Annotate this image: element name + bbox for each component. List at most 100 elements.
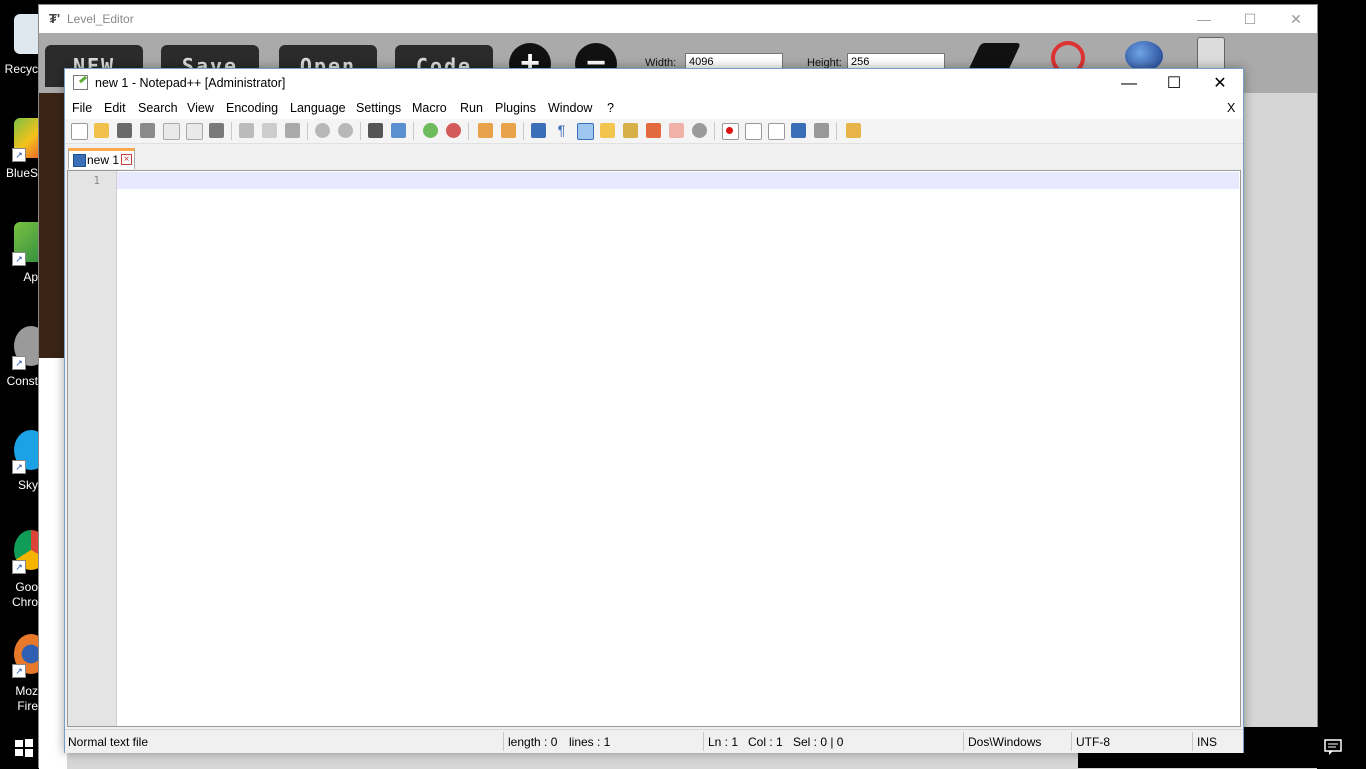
status-bar: Normal text file length : 0 lines : 1 Ln… xyxy=(65,729,1243,753)
redo-icon[interactable] xyxy=(338,123,353,138)
width-input[interactable]: 4096 xyxy=(685,53,783,69)
monitoring-icon[interactable] xyxy=(692,123,707,138)
user-language-icon[interactable] xyxy=(600,123,615,138)
find-icon[interactable] xyxy=(368,123,383,138)
toolbar-separator xyxy=(413,122,414,140)
planet-tool-icon[interactable] xyxy=(1125,41,1163,71)
desktop-icon-label: Moz Fire xyxy=(15,684,38,713)
level-editor-title: Level_Editor xyxy=(67,12,134,26)
zoom-in-icon[interactable] xyxy=(423,123,438,138)
desktop-icon-label: Sky xyxy=(17,478,38,492)
word-wrap-icon[interactable] xyxy=(531,123,546,138)
folder-workspace-icon[interactable] xyxy=(669,123,684,138)
menu-help[interactable]: ? xyxy=(607,101,614,115)
close-button[interactable]: ✕ xyxy=(1197,69,1243,98)
status-insert-mode: INS xyxy=(1197,735,1218,749)
shortcut-arrow-icon: ↗ xyxy=(12,664,26,678)
stop-macro-icon[interactable] xyxy=(745,123,762,140)
status-lines: lines : 1 xyxy=(569,735,611,749)
save-all-icon[interactable] xyxy=(140,123,155,138)
status-separator xyxy=(1071,732,1072,751)
desktop-icon-apps[interactable]: ↗ Ap xyxy=(0,222,48,322)
window-title: new 1 - Notepad++ [Administrator] xyxy=(95,76,286,90)
replace-icon[interactable] xyxy=(391,123,406,138)
play-macro-icon[interactable] xyxy=(768,123,785,140)
close-file-icon[interactable] xyxy=(163,123,180,140)
level-tile-dirt xyxy=(39,93,67,358)
height-input[interactable]: 256 xyxy=(847,53,945,69)
status-column: Col : 1 xyxy=(748,735,783,749)
paste-icon[interactable] xyxy=(285,123,300,138)
menu-view[interactable]: View xyxy=(187,101,214,115)
toolbar-separator xyxy=(231,122,232,140)
menu-search[interactable]: Search xyxy=(138,101,178,115)
menu-macro[interactable]: Macro xyxy=(412,101,447,115)
minimize-button[interactable]: — xyxy=(1181,5,1227,33)
level-canvas-empty xyxy=(39,358,67,769)
desktop-icon-bluestacks[interactable]: ↗ BlueS xyxy=(0,118,48,218)
open-file-icon[interactable] xyxy=(94,123,109,138)
tab-new-1[interactable]: new 1 × xyxy=(68,148,135,169)
minimize-button[interactable]: — xyxy=(1106,69,1152,98)
desktop-icon-skype[interactable]: ↗ Sky xyxy=(0,430,48,530)
sync-horizontal-icon[interactable] xyxy=(501,123,516,138)
toolbar-separator xyxy=(714,122,715,140)
cut-icon[interactable] xyxy=(239,123,254,138)
toolbar-separator xyxy=(307,122,308,140)
editor-area[interactable]: 1 xyxy=(67,170,1241,727)
menu-edit[interactable]: Edit xyxy=(104,101,126,115)
run-macro-multiple-icon[interactable] xyxy=(791,123,806,138)
menu-encoding[interactable]: Encoding xyxy=(226,101,278,115)
menu-plugins[interactable]: Plugins xyxy=(495,101,536,115)
undo-icon[interactable] xyxy=(315,123,330,138)
print-icon[interactable] xyxy=(209,123,224,138)
new-file-icon[interactable] xyxy=(71,123,88,140)
close-document-button[interactable]: X xyxy=(1227,101,1235,115)
menu-bar: File Edit Search View Encoding Language … xyxy=(65,98,1243,119)
maximize-button[interactable]: ☐ xyxy=(1227,5,1273,33)
desktop-icon-recycle-bin[interactable]: Recyc xyxy=(0,14,48,114)
notifications-icon[interactable] xyxy=(1324,738,1342,758)
copy-icon[interactable] xyxy=(262,123,277,138)
close-all-icon[interactable] xyxy=(186,123,203,140)
sync-vertical-icon[interactable] xyxy=(478,123,493,138)
menu-settings[interactable]: Settings xyxy=(356,101,401,115)
menu-file[interactable]: File xyxy=(72,101,92,115)
save-macro-icon[interactable] xyxy=(814,123,829,138)
notepadpp-window: new 1 - Notepad++ [Administrator] — ☐ ✕ … xyxy=(64,68,1244,753)
shortcut-arrow-icon: ↗ xyxy=(12,460,26,474)
status-eol: Dos\Windows xyxy=(968,735,1042,749)
menu-language[interactable]: Language xyxy=(290,101,346,115)
windows-start-icon[interactable] xyxy=(14,738,34,758)
menu-window[interactable]: Window xyxy=(548,101,592,115)
desktop-icon-chrome[interactable]: ↗ Goo Chro xyxy=(0,530,48,630)
maximize-button[interactable]: ☐ xyxy=(1151,69,1197,98)
shortcut-arrow-icon: ↗ xyxy=(12,252,26,266)
save-icon[interactable] xyxy=(117,123,132,138)
status-line: Ln : 1 xyxy=(708,735,739,749)
close-button[interactable]: ✕ xyxy=(1273,5,1319,33)
desktop-icon-label: Goo Chro xyxy=(11,580,38,609)
notepadpp-app-icon xyxy=(73,75,88,90)
record-macro-icon[interactable] xyxy=(722,123,739,140)
indent-guide-icon[interactable] xyxy=(577,123,594,140)
zoom-out-icon[interactable] xyxy=(446,123,461,138)
notepadpp-titlebar[interactable]: new 1 - Notepad++ [Administrator] — ☐ ✕ xyxy=(65,69,1243,98)
show-all-characters-icon[interactable]: ¶ xyxy=(554,123,569,138)
menu-run[interactable]: Run xyxy=(460,101,483,115)
status-separator xyxy=(963,732,964,751)
function-list-icon[interactable] xyxy=(646,123,661,138)
level-editor-titlebar[interactable]: ₮' Level_Editor — ☐ ✕ xyxy=(39,5,1317,33)
status-separator xyxy=(503,732,504,751)
current-line-highlight[interactable] xyxy=(117,172,1239,189)
tab-close-icon[interactable]: × xyxy=(121,154,132,165)
shortcut-arrow-icon: ↗ xyxy=(12,560,26,574)
tab-label: new 1 xyxy=(87,153,120,167)
desktop-icon-firefox[interactable]: ↗ Moz Fire xyxy=(0,634,48,734)
doc-map-icon[interactable] xyxy=(623,123,638,138)
desktop-icon-construct[interactable]: ↗ Const xyxy=(0,326,48,426)
browser-icon[interactable] xyxy=(846,123,861,138)
desktop-icon-label: BlueS xyxy=(5,166,38,180)
unsaved-file-icon xyxy=(73,154,86,167)
status-encoding: UTF-8 xyxy=(1076,735,1110,749)
